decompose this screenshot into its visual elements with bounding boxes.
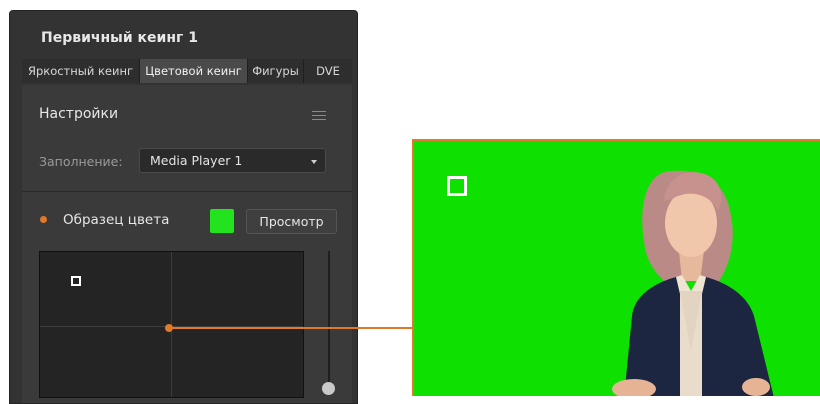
fill-label: Заполнение: bbox=[39, 154, 123, 169]
callout-dot bbox=[165, 324, 173, 332]
preview-sample-marker bbox=[447, 176, 467, 196]
callout-line bbox=[169, 327, 413, 329]
preview-button[interactable]: Просмотр bbox=[246, 209, 337, 234]
chroma-key-settings: Настройки Заполнение: Media Player 1 Обр… bbox=[22, 85, 352, 403]
sample-enabled-indicator[interactable] bbox=[40, 216, 47, 223]
fill-source-value: Media Player 1 bbox=[150, 153, 243, 168]
fill-source-select[interactable]: Media Player 1 bbox=[139, 148, 326, 173]
tab-chroma-key[interactable]: Цветовой кеинг bbox=[140, 59, 248, 83]
tab-dve[interactable]: DVE bbox=[304, 59, 352, 83]
presenter-image bbox=[612, 170, 774, 396]
key-type-tabs: Яркостный кеинг Цветовой кеинг Фигуры DV… bbox=[22, 59, 352, 83]
color-sample-swatch[interactable] bbox=[210, 209, 234, 233]
color-sample-label: Образец цвета bbox=[63, 212, 170, 228]
video-preview bbox=[412, 139, 820, 396]
section-divider bbox=[22, 191, 352, 192]
menu-icon[interactable] bbox=[312, 111, 326, 120]
dropdown-arrow-icon bbox=[311, 160, 317, 164]
primary-key-panel: Первичный кеинг 1 Яркостный кеинг Цветов… bbox=[9, 10, 358, 404]
sample-size-slider-track[interactable] bbox=[328, 251, 330, 385]
sample-size-slider-handle[interactable] bbox=[322, 382, 335, 395]
settings-heading: Настройки bbox=[39, 106, 119, 122]
sample-position-marker[interactable] bbox=[71, 276, 81, 286]
tab-pattern[interactable]: Фигуры bbox=[248, 59, 304, 83]
tab-luma-key[interactable]: Яркостный кеинг bbox=[22, 59, 140, 83]
panel-title: Первичный кеинг 1 bbox=[41, 30, 198, 46]
